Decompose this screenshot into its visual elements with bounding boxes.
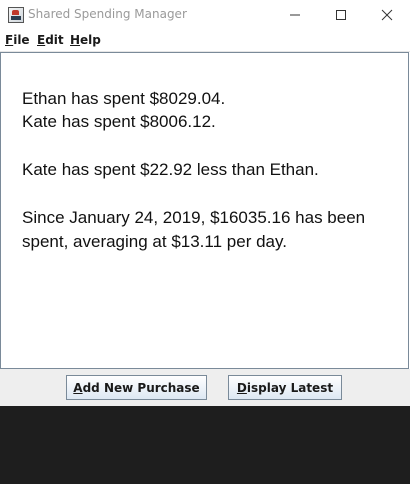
add-button-mnemonic: A	[73, 380, 83, 395]
add-button-label: dd New Purchase	[82, 380, 200, 395]
display-latest-button[interactable]: Display Latest	[228, 375, 342, 400]
minimize-icon	[290, 14, 300, 16]
latest-button-mnemonic: D	[236, 380, 247, 395]
menu-file-mnemonic: F	[5, 33, 14, 47]
menu-help-label: elp	[80, 33, 101, 47]
app-icon	[8, 7, 24, 23]
minimize-button[interactable]	[272, 0, 318, 30]
maximize-icon	[336, 10, 346, 20]
menu-file-label: ile	[13, 33, 30, 47]
app-window: Shared Spending Manager File Edit Help E…	[0, 0, 410, 406]
menu-edit[interactable]: Edit	[37, 33, 64, 47]
menu-edit-label: dit	[45, 33, 64, 47]
window-title: Shared Spending Manager	[28, 7, 187, 21]
menu-file[interactable]: File	[5, 33, 30, 47]
add-new-purchase-button[interactable]: Add New Purchase	[66, 375, 207, 400]
ethan-spent-line: Ethan has spent $8029.04.	[22, 89, 226, 108]
maximize-button[interactable]	[318, 0, 364, 30]
menu-help[interactable]: Help	[70, 33, 101, 47]
menu-edit-mnemonic: E	[37, 33, 46, 47]
menu-help-mnemonic: H	[70, 33, 81, 47]
menu-bar: File Edit Help	[0, 30, 410, 52]
close-button[interactable]	[364, 0, 410, 30]
difference-line: Kate has spent $22.92 less than Ethan.	[22, 160, 319, 179]
latest-button-label: isplay Latest	[246, 380, 334, 395]
button-bar: Add New Purchase Display Latest	[0, 369, 410, 406]
total-since-line: Since January 24, 2019, $16035.16 has be…	[22, 208, 366, 227]
kate-spent-line: Kate has spent $8006.12.	[22, 112, 216, 131]
title-bar[interactable]: Shared Spending Manager	[0, 0, 410, 30]
summary-text-area[interactable]: Ethan has spent $8029.04. Kate has spent…	[0, 52, 409, 369]
desktop-background	[0, 406, 410, 484]
average-per-day-line: spent, averaging at $13.11 per day.	[22, 232, 287, 251]
close-icon	[381, 9, 393, 21]
